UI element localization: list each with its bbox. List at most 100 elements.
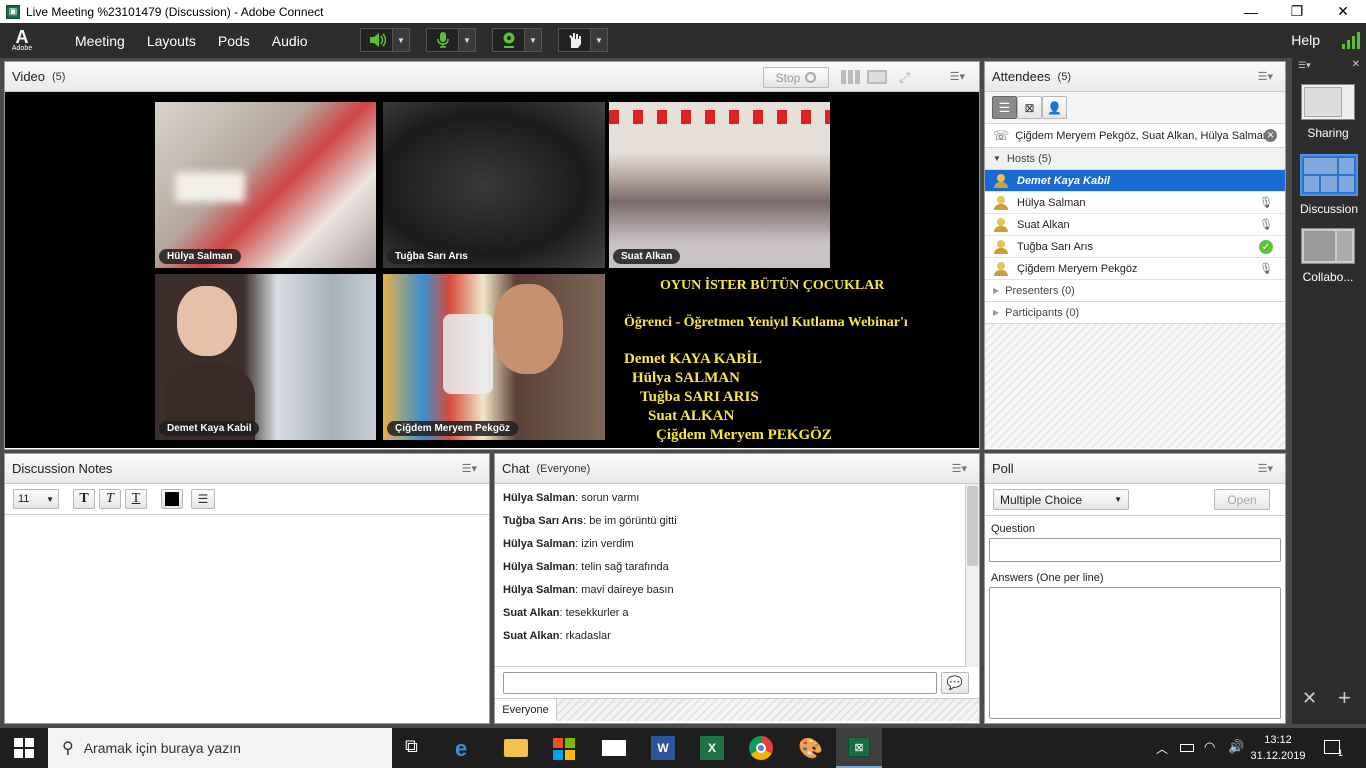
host-name: Demet Kaya Kabil: [1017, 174, 1110, 187]
poll-menu-icon[interactable]: ☰▾: [1258, 462, 1273, 475]
overlay-name-3: Tuğba SARI ARIS: [640, 389, 759, 405]
close-button[interactable]: ✕: [1320, 0, 1366, 23]
file-explorer-icon[interactable]: [504, 739, 528, 757]
status-dropdown-icon[interactable]: ▼: [591, 29, 607, 51]
help-menu[interactable]: Help: [1291, 32, 1320, 48]
send-message-icon[interactable]: 💬: [941, 671, 969, 694]
poll-open-button[interactable]: Open: [1214, 489, 1270, 510]
video-tile-demet[interactable]: Demet Kaya Kabil: [155, 274, 376, 440]
layouts-bar: ☰▾ ✕ Sharing Discussion Collabo... ✕ +: [1292, 58, 1366, 724]
chat-scroll-thumb[interactable]: [967, 486, 978, 566]
fullscreen-icon[interactable]: ⤢: [899, 69, 910, 86]
camera-dropdown-icon[interactable]: ▼: [525, 29, 541, 51]
tray-overflow-icon[interactable]: ︿: [1156, 740, 1168, 757]
poll-question-input[interactable]: [989, 538, 1281, 562]
microphone-dropdown-icon[interactable]: ▼: [459, 29, 475, 51]
chat-input[interactable]: [503, 671, 937, 694]
presenters-section-header[interactable]: ▶ Presenters (0): [985, 280, 1285, 302]
windows-start-icon[interactable]: [14, 738, 34, 758]
video-pod-menu-icon[interactable]: ☰▾: [950, 70, 965, 83]
layout-sharing[interactable]: Sharing: [1300, 84, 1356, 140]
hosts-section-header[interactable]: ▼ Hosts (5): [985, 148, 1285, 170]
layouts-close-icon[interactable]: ✕: [1352, 59, 1360, 70]
chat-pod-header: Chat (Everyone) ☰▾: [495, 454, 979, 484]
text-color-picker[interactable]: [161, 489, 183, 509]
battery-icon[interactable]: [1180, 744, 1194, 752]
manage-layouts-icon[interactable]: ✕: [1302, 688, 1317, 709]
layouts-menu-icon[interactable]: ☰▾: [1298, 60, 1311, 71]
menu-meeting[interactable]: Meeting: [75, 33, 125, 49]
host-user-icon: [993, 261, 1009, 276]
italic-text-icon[interactable]: T: [99, 489, 121, 509]
host-row-cigdem[interactable]: Çiğdem Meryem Pekgöz 🎙: [985, 258, 1285, 280]
filmstrip-view-icon[interactable]: [867, 70, 887, 84]
restore-button[interactable]: ❐: [1274, 0, 1320, 23]
host-row-hulya[interactable]: Hülya Salman 🎙: [985, 192, 1285, 214]
volume-icon[interactable]: 🔊: [1228, 739, 1244, 755]
attendees-menu-icon[interactable]: ☰▾: [1258, 70, 1273, 83]
adobe-connect-taskbar-button[interactable]: ⊠: [836, 728, 882, 768]
host-row-suat[interactable]: Suat Alkan 🎙: [985, 214, 1285, 236]
speaker-icon[interactable]: [361, 29, 393, 51]
video-tile-hulya[interactable]: Hülya Salman: [155, 102, 376, 268]
video-tile-cigdem[interactable]: Çiğdem Meryem Pekgöz: [383, 274, 605, 440]
poll-answers-input[interactable]: [989, 587, 1281, 719]
font-size-select[interactable]: 11 ▼: [13, 489, 59, 509]
poll-toolbar: Multiple Choice ▼ Open: [985, 484, 1285, 516]
host-row-tugba[interactable]: Tuğba Sarı Arıs ✓: [985, 236, 1285, 258]
chrome-icon[interactable]: [749, 736, 773, 760]
dropdown-arrow-icon: ▼: [46, 494, 54, 504]
status-view-icon[interactable]: 👤: [1042, 96, 1067, 119]
participants-section-header[interactable]: ▶ Participants (0): [985, 302, 1285, 324]
paint-icon[interactable]: 🎨: [798, 736, 823, 760]
store-icon[interactable]: [553, 738, 575, 760]
mail-icon[interactable]: [602, 740, 626, 756]
underline-text-icon[interactable]: T: [125, 489, 147, 509]
host-name: Çiğdem Meryem Pekgöz: [1017, 262, 1138, 275]
webcam-icon[interactable]: [493, 29, 525, 51]
stop-video-button[interactable]: Stop: [763, 67, 829, 88]
layout-discussion[interactable]: Discussion: [1300, 154, 1358, 216]
video-tile-tugba[interactable]: Tuğba Sarı Arıs: [383, 102, 605, 268]
notes-menu-icon[interactable]: ☰▾: [462, 462, 477, 475]
microphone-control: ▼: [426, 28, 476, 52]
edge-browser-icon[interactable]: e: [455, 736, 479, 761]
menu-layouts[interactable]: Layouts: [147, 33, 196, 49]
word-icon[interactable]: W: [651, 736, 675, 760]
layout-collaboration[interactable]: Collabo...: [1300, 228, 1356, 284]
list-view-icon[interactable]: ☰: [992, 96, 1017, 119]
bullet-list-icon[interactable]: ☰: [191, 489, 215, 509]
video-pod-header: Video (5) Stop ⤢ ☰▾: [5, 62, 979, 92]
adobe-logo-icon: A: [15, 27, 29, 47]
poll-type-value: Multiple Choice: [1000, 492, 1083, 507]
taskbar-search-box[interactable]: ⚲ Aramak için buraya yazın: [48, 728, 392, 768]
poll-type-select[interactable]: Multiple Choice ▼: [993, 489, 1129, 510]
chat-message: Suat Alkan: tesekkurler a: [503, 607, 629, 619]
microphone-icon[interactable]: [427, 29, 459, 51]
menu-audio[interactable]: Audio: [272, 33, 308, 49]
menu-pods[interactable]: Pods: [218, 33, 250, 49]
clear-speakers-icon[interactable]: ✕: [1264, 129, 1277, 142]
chat-message: Hülya Salman: telin sağ tarafında: [503, 561, 669, 573]
raise-hand-icon[interactable]: [559, 29, 591, 51]
excel-icon[interactable]: X: [700, 736, 724, 760]
chat-menu-icon[interactable]: ☰▾: [952, 462, 967, 475]
add-layout-icon[interactable]: +: [1338, 685, 1351, 711]
speaker-dropdown-icon[interactable]: ▼: [393, 29, 409, 51]
host-row-demet[interactable]: Demet Kaya Kabil: [985, 170, 1285, 192]
wifi-icon[interactable]: ◠: [1204, 739, 1215, 755]
chat-title: Chat: [502, 461, 530, 476]
notes-text-area[interactable]: [5, 515, 489, 723]
host-user-icon: [993, 195, 1009, 210]
task-view-icon[interactable]: ⧉: [405, 736, 429, 760]
grid-view-icon[interactable]: [841, 70, 861, 84]
breakout-view-icon[interactable]: ⊠: [1017, 96, 1042, 119]
bold-text-icon[interactable]: T: [73, 489, 95, 509]
chat-scrollbar[interactable]: [965, 484, 979, 667]
chat-tab-everyone[interactable]: Everyone: [495, 699, 557, 721]
status-control: ▼: [558, 28, 608, 52]
video-tile-suat[interactable]: Suat Alkan: [609, 102, 830, 268]
taskbar-clock[interactable]: 13:12 31.12.2019: [1250, 732, 1306, 764]
host-name: Hülya Salman: [1017, 196, 1086, 209]
minimize-button[interactable]: —: [1228, 0, 1274, 23]
